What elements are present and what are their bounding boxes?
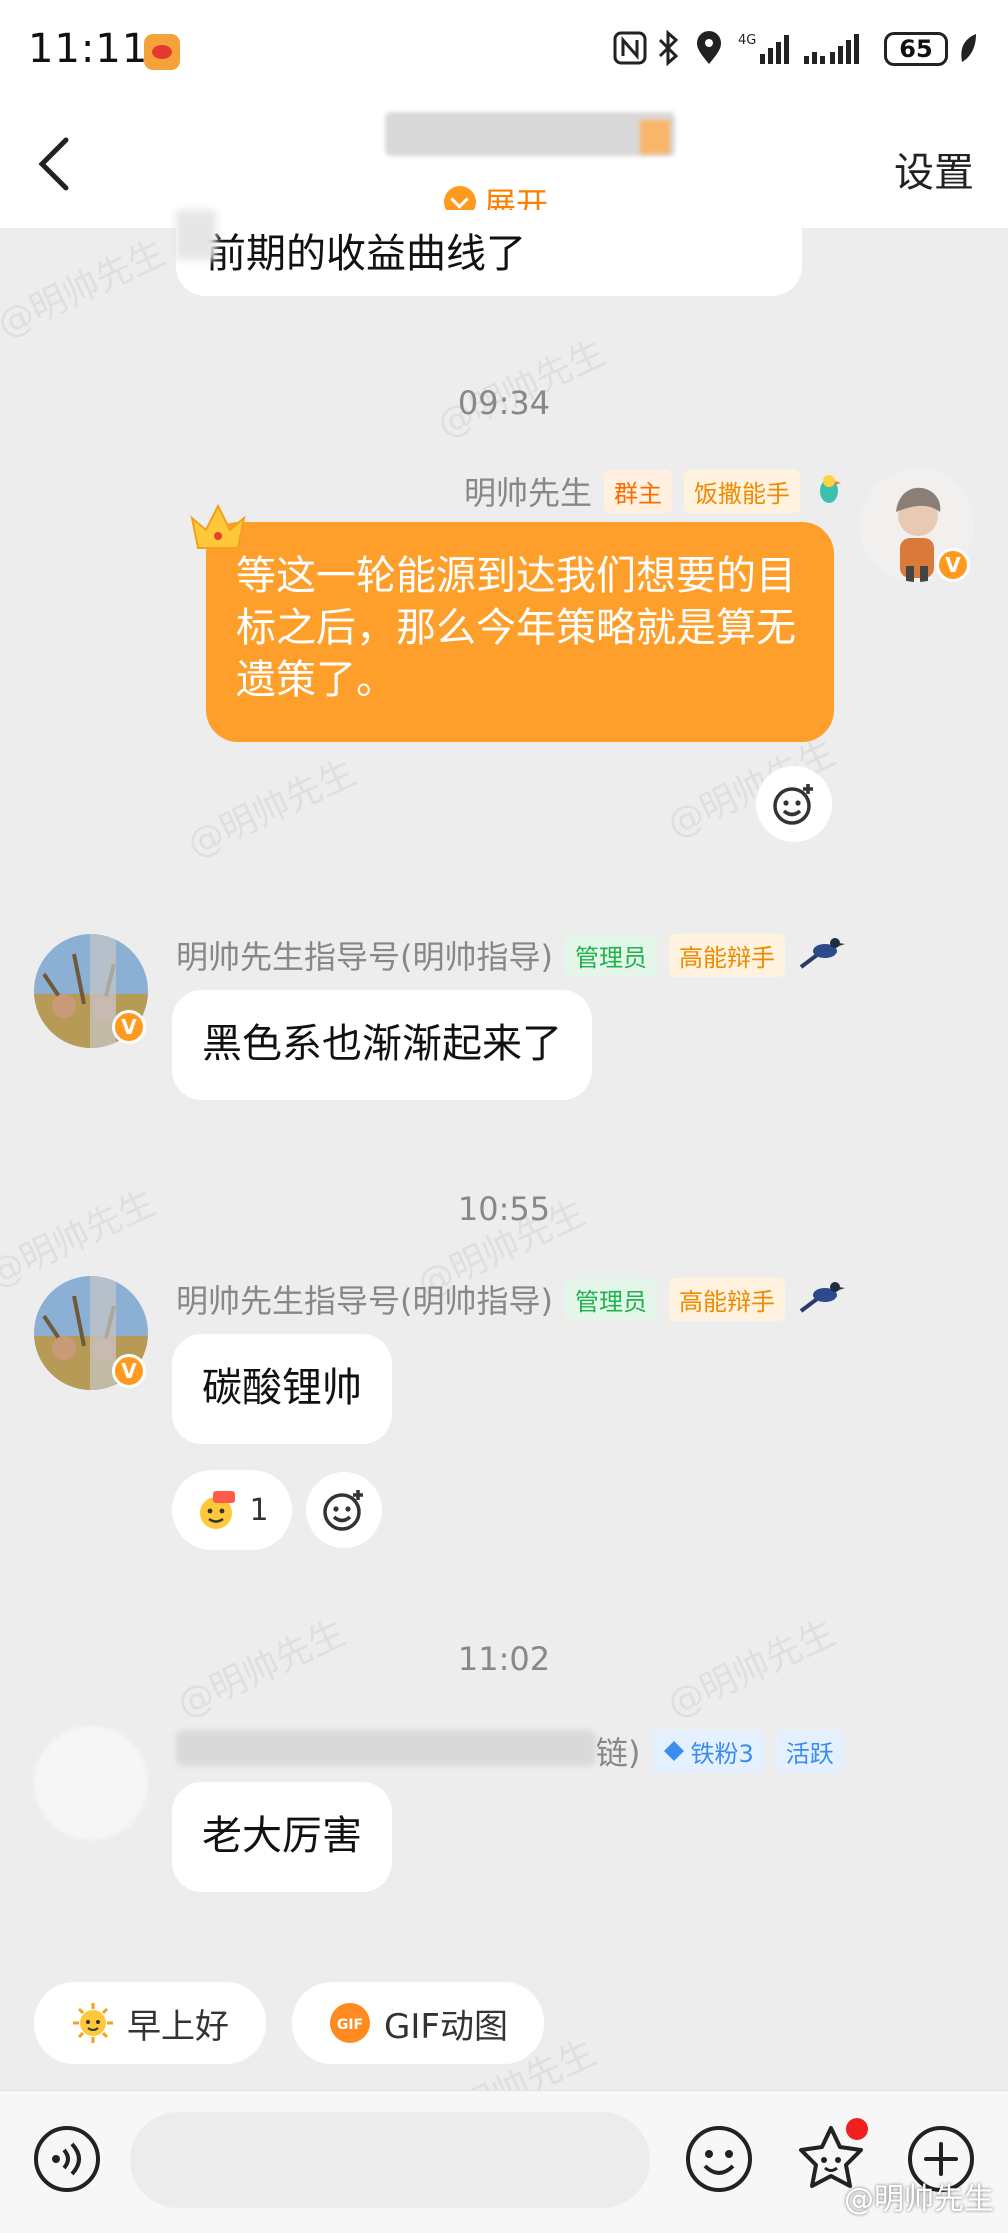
message-text: 碳酸锂帅	[202, 1365, 362, 1411]
svg-text:4G: 4G	[738, 33, 756, 48]
fan-tag: 高能辩手	[668, 933, 785, 977]
add-reaction-button[interactable]	[306, 1472, 382, 1548]
redacted-block	[176, 210, 216, 260]
group-title-redacted	[385, 112, 675, 156]
location-icon	[694, 30, 724, 66]
sender-row-owner: 明帅先生 群主 饭撒能手	[464, 468, 846, 514]
leaf-icon	[956, 30, 980, 66]
sender-row: 明帅先生指导号(明帅指导) 管理员 高能辩手	[176, 1276, 847, 1322]
sender-row: 链) 铁粉3 活跃	[596, 1728, 844, 1774]
corner-watermark: @明帅先生	[844, 2182, 994, 2217]
message-input[interactable]	[130, 2112, 650, 2208]
message-bubble-owner[interactable]: 等这一轮能源到达我们想要的目标之后，那么今年策略就是算无遗策了。	[206, 522, 834, 742]
verified-badge-icon: V	[112, 1010, 146, 1044]
reaction-chip[interactable]: 1	[172, 1470, 292, 1550]
role-tag: 群主	[604, 469, 672, 513]
message-bubble[interactable]: 黑色系也渐渐起来了	[172, 990, 592, 1100]
sender-name[interactable]: 明帅先生指导号(明帅指导)	[176, 932, 553, 978]
nfc-icon	[612, 30, 648, 66]
settings-button[interactable]: 设置	[894, 140, 974, 198]
fan-tag: 饭撒能手	[684, 469, 800, 513]
verified-badge-icon: V	[112, 1354, 146, 1388]
sender-name-tail: 链)	[596, 1734, 641, 1772]
fan-level-tag: 铁粉3	[652, 1729, 764, 1773]
fan-tag: 高能辩手	[668, 1277, 785, 1321]
crown-icon	[188, 502, 248, 554]
message-text: 黑色系也渐渐起来了	[202, 1021, 562, 1067]
timestamp: 09:34	[457, 384, 551, 422]
avatar-user-redacted[interactable]	[34, 1726, 148, 1840]
notification-dot	[846, 2118, 868, 2140]
timestamp: 11:02	[457, 1640, 551, 1678]
message-text: 老大厉害	[202, 1813, 362, 1859]
magpie-badge-icon	[797, 1277, 847, 1321]
message-bubble[interactable]: 老大厉害	[172, 1782, 392, 1892]
back-arrow-icon[interactable]	[34, 134, 74, 194]
bluetooth-icon	[654, 29, 684, 67]
weibo-notification-icon	[144, 34, 180, 70]
quick-reply-gif[interactable]: GIF GIF动图	[292, 1982, 544, 2064]
quick-reply-morning[interactable]: 早上好	[34, 1982, 266, 2064]
fan-level-label: 铁粉3	[690, 1739, 754, 1768]
reaction-count: 1	[249, 1492, 269, 1528]
verified-badge-icon: V	[936, 548, 970, 582]
emoji-plus-icon	[773, 784, 813, 825]
battery-level: 65	[884, 32, 948, 66]
timestamp: 10:55	[457, 1190, 551, 1228]
status-time: 11:11	[28, 26, 149, 72]
message-text: 前期的收益曲线了	[206, 231, 526, 277]
signal-4g-icon: 4G	[738, 30, 794, 66]
sun-face-icon	[73, 2003, 113, 2043]
bird-badge-icon	[812, 472, 846, 510]
role-tag: 管理员	[564, 1277, 657, 1321]
signal-icon	[802, 30, 868, 66]
diamond-icon	[663, 1741, 684, 1761]
role-tag: 管理员	[564, 933, 657, 977]
message-bubble[interactable]: 碳酸锂帅	[172, 1334, 392, 1444]
emoji-icon[interactable]	[684, 2124, 754, 2198]
svg-text:GIF: GIF	[337, 2017, 363, 2033]
sender-name[interactable]: 明帅先生指导号(明帅指导)	[176, 1276, 553, 1322]
quick-reply-label: GIF动图	[384, 2006, 508, 2047]
activity-tag: 活跃	[775, 1729, 844, 1773]
gif-icon: GIF	[330, 2003, 371, 2043]
message-text: 等这一轮能源到达我们想要的目标之后，那么今年策略就是算无遗策了。	[236, 553, 796, 703]
voice-input-icon[interactable]	[32, 2124, 102, 2198]
sender-name-redacted	[176, 1730, 596, 1766]
message-bubble-previous[interactable]: 前期的收益曲线了	[176, 210, 802, 296]
sender-row: 明帅先生指导号(明帅指导) 管理员 高能辩手	[176, 932, 847, 978]
group-title-redacted-badge	[640, 120, 670, 154]
add-reaction-button[interactable]	[756, 766, 832, 842]
emoji-plus-icon	[323, 1490, 363, 1531]
sender-name[interactable]: 明帅先生	[464, 468, 592, 514]
magpie-badge-icon	[797, 933, 847, 977]
emoji-666-icon	[200, 1491, 236, 1529]
quick-reply-label: 早上好	[127, 2006, 229, 2047]
